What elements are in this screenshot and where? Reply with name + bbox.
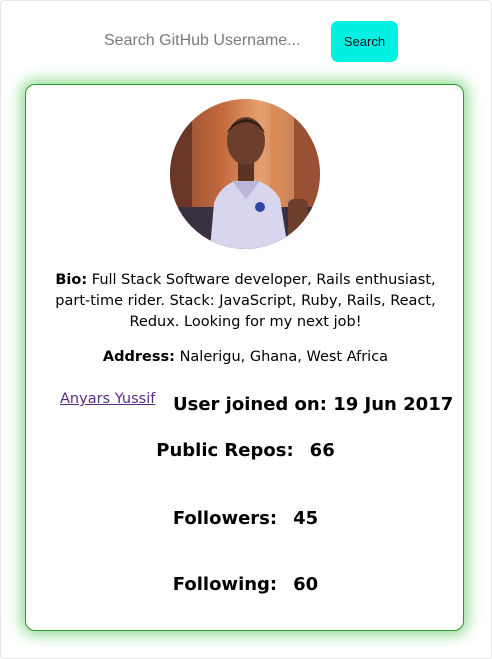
search-bar: Search xyxy=(0,20,492,64)
search-input[interactable] xyxy=(96,20,316,62)
followers-stat: Followers: 45 xyxy=(26,508,465,529)
profile-card: Bio: Full Stack Software developer, Rail… xyxy=(25,84,464,631)
profile-name-link[interactable]: Anyars Yussif xyxy=(60,391,155,407)
address: Address: Nalerigu, Ghana, West Africa xyxy=(26,349,465,365)
address-label: Address: xyxy=(102,349,175,365)
joined-label: User joined on: xyxy=(173,394,327,415)
search-button[interactable]: Search xyxy=(331,21,398,62)
public-repos-count: 66 xyxy=(309,440,335,461)
bio-text: Full Stack Software developer, Rails ent… xyxy=(55,272,436,330)
following-count: 60 xyxy=(293,574,319,595)
public-repos-label: Public Repos: xyxy=(156,440,294,461)
joined-value: 19 Jun 2017 xyxy=(333,394,454,415)
bio: Bio: Full Stack Software developer, Rail… xyxy=(40,270,451,333)
followers-label: Followers: xyxy=(172,508,278,529)
avatar-photo-icon xyxy=(170,99,320,249)
address-text: Nalerigu, Ghana, West Africa xyxy=(179,349,389,365)
public-repos-stat: Public Repos: 66 xyxy=(26,440,465,461)
avatar xyxy=(170,99,320,249)
joined-date: User joined on: 19 Jun 2017 xyxy=(173,394,453,415)
following-stat: Following: 60 xyxy=(26,574,465,595)
bio-label: Bio: xyxy=(55,272,88,288)
following-label: Following: xyxy=(172,574,278,595)
followers-count: 45 xyxy=(293,508,319,529)
